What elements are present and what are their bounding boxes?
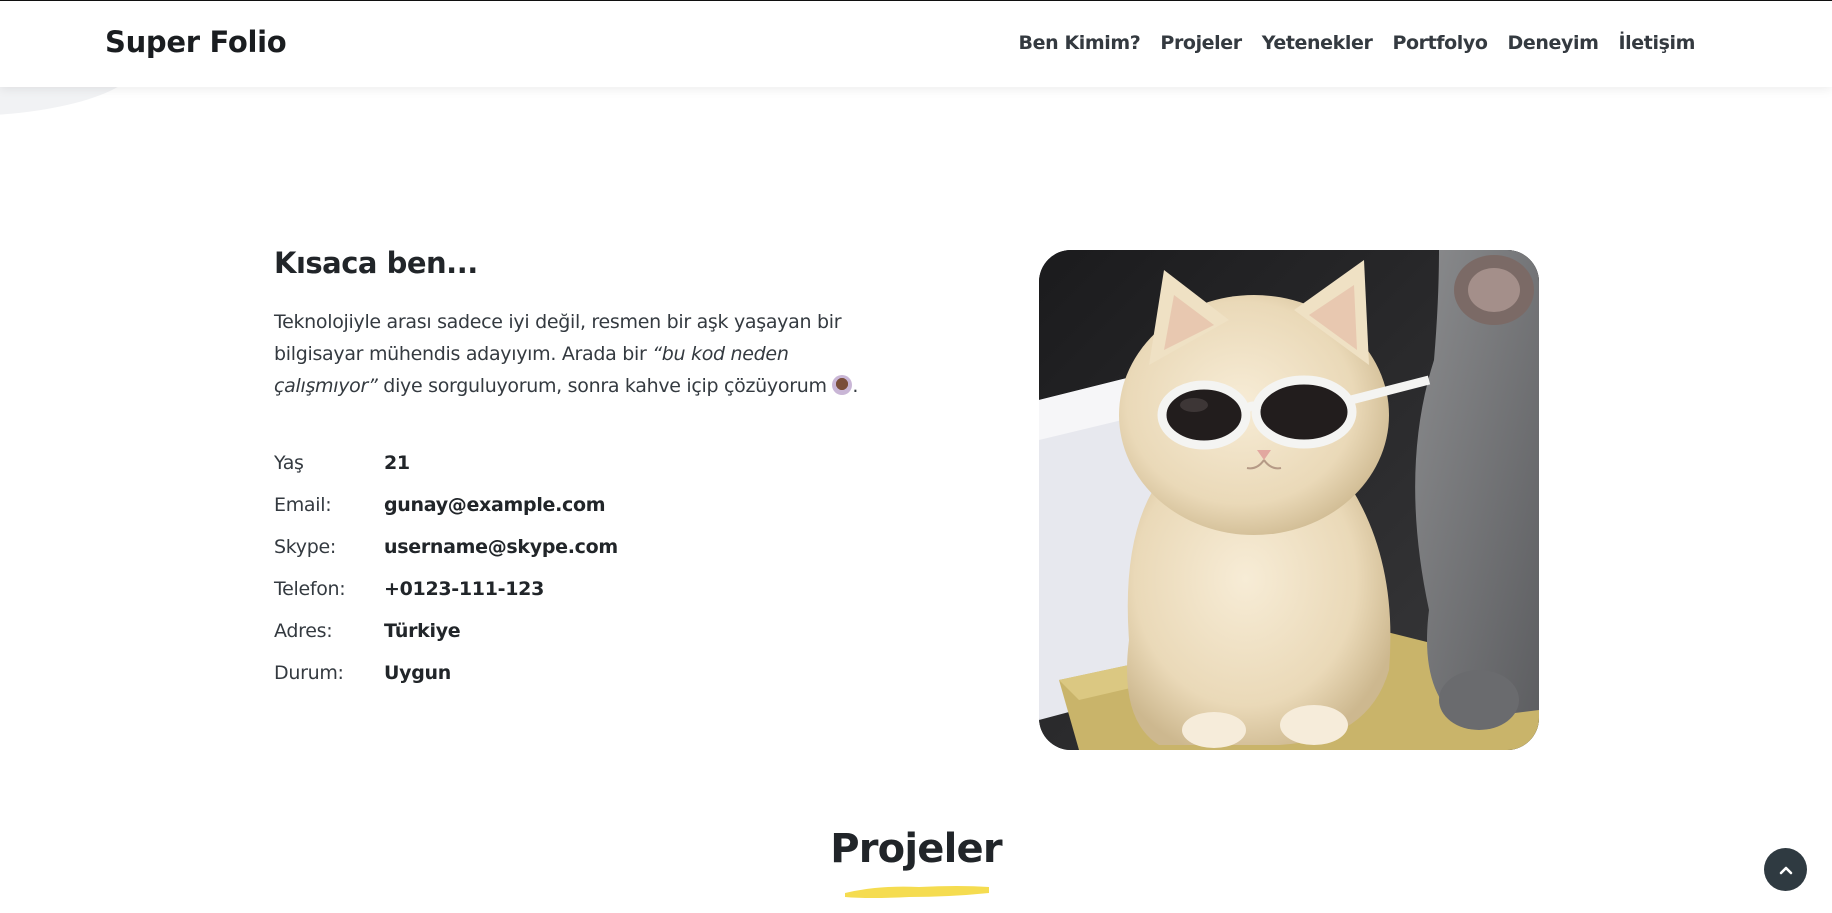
nav-item-portfolyo[interactable]: Portfolyo [1392, 32, 1488, 54]
about-text-end: . [852, 375, 859, 397]
info-value: +0123-111-123 [384, 578, 544, 600]
info-row-skype: Skype: username@skype.com [274, 526, 618, 568]
navbar: Super Folio Ben Kimim? Projeler Yetenekl… [0, 1, 1832, 87]
info-value: Türkiye [384, 620, 461, 642]
about-description: Teknolojiyle arası sadece iyi değil, res… [274, 306, 894, 402]
about-title: Kısaca ben... [274, 246, 478, 280]
info-label: Adres: [274, 620, 333, 642]
profile-photo [1039, 250, 1539, 750]
title-underline-highlight [845, 886, 989, 898]
info-value: 21 [384, 452, 410, 474]
info-label: Email: [274, 494, 332, 516]
info-row-status: Durum: Uygun [274, 652, 618, 694]
scroll-to-top-button[interactable] [1764, 848, 1807, 891]
nav-item-projeler[interactable]: Projeler [1160, 32, 1242, 54]
cat-with-sunglasses-photo [1039, 250, 1539, 750]
nav-item-ben-kimim[interactable]: Ben Kimim? [1019, 32, 1141, 54]
brand-logo[interactable]: Super Folio [105, 25, 287, 59]
main-nav: Ben Kimim? Projeler Yetenekler Portfolyo… [1019, 32, 1696, 54]
info-row-phone: Telefon: +0123-111-123 [274, 568, 618, 610]
info-value: username@skype.com [384, 536, 618, 558]
chevron-up-icon [1779, 866, 1792, 874]
info-row-email: Email: gunay@example.com [274, 484, 618, 526]
personal-info-list: Yaş 21 Email: gunay@example.com Skype: u… [274, 442, 618, 694]
info-label: Yaş [274, 452, 304, 474]
info-row-age: Yaş 21 [274, 442, 618, 484]
info-value: Uygun [384, 662, 451, 684]
info-row-address: Adres: Türkiye [274, 610, 618, 652]
about-text-part2: diye sorguluyorum, sonra kahve içip çözü… [377, 375, 833, 397]
info-label: Durum: [274, 662, 344, 684]
nav-item-iletisim[interactable]: İletişim [1619, 32, 1696, 54]
info-value: gunay@example.com [384, 494, 606, 516]
coffee-icon [832, 375, 853, 395]
projects-section-title: Projeler [830, 826, 1002, 872]
info-label: Skype: [274, 536, 336, 558]
info-label: Telefon: [274, 578, 346, 600]
nav-item-deneyim[interactable]: Deneyim [1508, 32, 1599, 54]
nav-item-yetenekler[interactable]: Yetenekler [1262, 32, 1373, 54]
